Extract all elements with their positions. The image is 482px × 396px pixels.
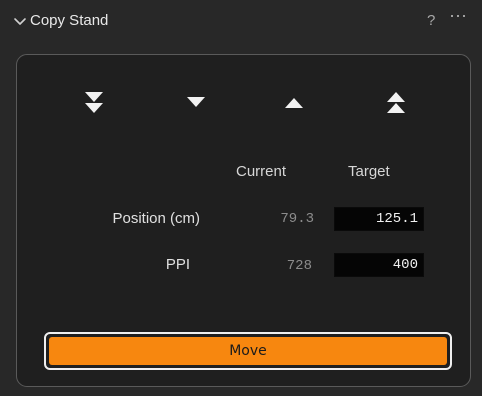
move-button-focus-ring[interactable]: Move: [44, 332, 452, 370]
move-button[interactable]: Move: [49, 337, 447, 365]
move-up-fast-button[interactable]: [382, 89, 410, 117]
column-header-current: Current: [236, 163, 287, 180]
double-arrow-down-icon: [80, 89, 108, 117]
position-current-value: 79.3: [280, 211, 314, 227]
panel-title: Copy Stand: [30, 12, 109, 29]
position-target-input[interactable]: [334, 207, 424, 231]
panel-header: Copy Stand ? ⋯: [0, 0, 482, 44]
arrow-up-icon: [280, 89, 308, 117]
ppi-label: PPI: [165, 256, 190, 273]
position-label: Position (cm): [112, 210, 200, 227]
double-arrow-up-icon: [382, 89, 410, 117]
column-header-target: Target: [348, 163, 390, 180]
arrow-down-icon: [182, 89, 210, 117]
ppi-target-input[interactable]: [334, 253, 424, 277]
move-down-button[interactable]: [182, 89, 210, 117]
ppi-current-value: 728: [286, 258, 312, 274]
move-down-fast-button[interactable]: [80, 89, 108, 117]
more-options-button[interactable]: ⋯: [449, 6, 467, 27]
copy-stand-panel: Copy Stand ? ⋯ Current Target Position (…: [0, 0, 482, 396]
move-up-button[interactable]: [280, 89, 308, 117]
help-button[interactable]: ?: [427, 12, 435, 29]
chevron-down-icon[interactable]: [12, 13, 28, 29]
